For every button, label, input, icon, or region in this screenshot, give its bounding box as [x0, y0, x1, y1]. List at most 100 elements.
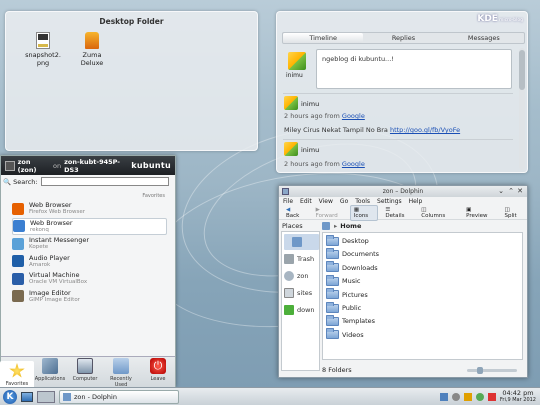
- tab-timeline[interactable]: Timeline: [283, 33, 364, 43]
- tab-replies[interactable]: Replies: [363, 33, 443, 43]
- tab-applications[interactable]: Applications: [33, 358, 67, 382]
- zoom-slider-handle[interactable]: [477, 367, 483, 374]
- virtualbox-icon: [12, 272, 24, 285]
- show-desktop-icon[interactable]: [21, 391, 33, 402]
- tab-leave[interactable]: ⏻ Leave: [141, 358, 175, 382]
- task-dolphin[interactable]: zon - Dolphin: [59, 389, 179, 404]
- zoom-slider[interactable]: [467, 367, 517, 374]
- tab-messages[interactable]: Messages: [444, 33, 524, 43]
- star-icon: [9, 363, 25, 378]
- folder-label: Pictures: [342, 290, 368, 299]
- post-avatar: [284, 96, 298, 110]
- preview-button[interactable]: ▣ Preview: [462, 205, 497, 221]
- columns-view-button[interactable]: ◫ Columns: [417, 205, 455, 221]
- toolbar: ◀ Back ▶ Forward ▦ Icons ☰ Details ◫ Col…: [279, 204, 528, 221]
- folder-item[interactable]: Public: [326, 301, 361, 314]
- folder-item[interactable]: Downloads: [326, 261, 378, 274]
- device-tray-icon[interactable]: [463, 392, 472, 401]
- maximize-icon[interactable]: ⌃: [508, 186, 514, 197]
- user-folder-icon: [284, 271, 294, 281]
- breadcrumb[interactable]: ▸ Home: [322, 221, 361, 231]
- applications-icon: [42, 358, 58, 374]
- favorite-subtitle: Amarok: [29, 261, 51, 268]
- folder-item[interactable]: Videos: [326, 328, 364, 341]
- favorite-title: Web Browser: [30, 218, 73, 227]
- place-trash[interactable]: Trash: [284, 251, 319, 267]
- favorite-subtitle: Kopete: [29, 244, 49, 250]
- favorite-item[interactable]: Web Browser rekonq: [12, 217, 167, 235]
- dolphin-window: zon – Dolphin ⌄ ⌃ ✕ File Edit View Go Tools S…: [278, 185, 528, 378]
- folder-icon: [326, 328, 339, 340]
- post-source-link[interactable]: Google: [342, 160, 365, 168]
- systray: 04:42 pm Fri,9 Mar 2012: [439, 389, 536, 404]
- power-icon: ⏻: [150, 358, 166, 374]
- post-meta: 2 hours ago from Google: [284, 112, 365, 120]
- pager[interactable]: [37, 390, 55, 403]
- tab-favorites[interactable]: Favorites: [0, 361, 34, 387]
- tab-computer[interactable]: Computer: [68, 358, 102, 382]
- favorite-title: Audio Player: [29, 253, 70, 262]
- breadcrumb-home[interactable]: Home: [340, 222, 361, 230]
- post-user: inimu: [301, 100, 320, 108]
- favorite-item[interactable]: Virtual Machine Oracle VM VirtualBox: [12, 270, 167, 287]
- favorite-item[interactable]: Web Browser Firefox Web Browser: [12, 200, 167, 217]
- desktop-icon-snapshot[interactable]: snapshot2. png: [23, 32, 63, 67]
- kopete-icon: [12, 237, 24, 250]
- trash-icon: [284, 254, 294, 264]
- download-icon: [284, 305, 294, 315]
- folder-icon: [326, 314, 339, 326]
- firefox-icon: [12, 202, 24, 215]
- folder-icon: [326, 261, 339, 273]
- search-row: 🔍 Search:: [3, 177, 169, 186]
- gimp-icon: [12, 290, 24, 302]
- favorite-subtitle: Firefox Web Browser: [29, 209, 85, 215]
- folder-recent-icon: [113, 358, 129, 374]
- desktop-icon-label: Zuma Deluxe: [80, 51, 104, 67]
- place-home[interactable]: [284, 234, 319, 250]
- kubuntu-logo: kubuntu: [131, 161, 172, 170]
- kickoff-launcher-icon[interactable]: K: [3, 389, 17, 404]
- window-titlebar[interactable]: zon – Dolphin ⌄ ⌃ ✕: [279, 186, 527, 197]
- icons-view-button[interactable]: ▦ Icons: [349, 204, 379, 221]
- split-button[interactable]: ◫ Split: [501, 205, 528, 221]
- network-tray-icon[interactable]: [439, 392, 448, 401]
- clock[interactable]: 04:42 pm Fri,9 Mar 2012: [500, 389, 536, 404]
- back-button[interactable]: ◀ Back: [282, 205, 309, 221]
- place-down[interactable]: down: [284, 302, 319, 318]
- post-link[interactable]: http://goo.gl/fb/VyoFe: [390, 126, 460, 134]
- computer-icon: [77, 358, 93, 374]
- desktop-icon-zuma[interactable]: Zuma Deluxe: [72, 32, 112, 67]
- forward-button[interactable]: ▶ Forward: [312, 205, 347, 221]
- volume-tray-icon[interactable]: [451, 392, 460, 401]
- favorite-item[interactable]: Instant Messenger Kopete: [12, 235, 167, 252]
- taskbar: K zon - Dolphin 04:42 pm Fri,9 Mar 2012: [0, 387, 540, 405]
- file-view: Desktop Documents Downloads Music Pictures Pu…: [322, 232, 523, 360]
- search-input[interactable]: [40, 177, 169, 186]
- details-view-button[interactable]: ☰ Details: [381, 205, 414, 221]
- folder-item[interactable]: Templates: [326, 314, 375, 327]
- favorite-subtitle: rekonq: [30, 226, 49, 233]
- network-icon: [284, 288, 294, 298]
- place-sites[interactable]: sites: [284, 285, 319, 301]
- favorite-item[interactable]: Audio Player Amarok: [12, 253, 167, 270]
- scrollbar-thumb[interactable]: [519, 50, 525, 90]
- folder-item[interactable]: Music: [326, 274, 361, 287]
- amarok-icon: [12, 255, 24, 267]
- folder-item[interactable]: Pictures: [326, 288, 368, 301]
- favorite-item[interactable]: Image Editor GIMP Image Editor: [12, 288, 167, 305]
- window-title: zon – Dolphin: [382, 188, 424, 195]
- minimize-icon[interactable]: ⌄: [498, 186, 504, 197]
- window-menu-icon[interactable]: [282, 188, 289, 195]
- folder-item[interactable]: Desktop: [326, 234, 369, 247]
- chat-tray-icon[interactable]: [487, 392, 496, 401]
- scrollbar[interactable]: [519, 48, 525, 170]
- close-icon[interactable]: ✕: [517, 186, 523, 197]
- tab-recently-used[interactable]: Recently Used: [104, 358, 138, 388]
- folder-icon: [326, 288, 339, 300]
- notification-tray-icon[interactable]: [475, 392, 484, 401]
- place-zon[interactable]: zon: [284, 268, 319, 284]
- post-source-link[interactable]: Google: [342, 112, 365, 120]
- folder-item[interactable]: Documents: [326, 247, 379, 260]
- dolphin-icon: [63, 392, 71, 401]
- compose-input[interactable]: ngeblog di kubuntu...!: [316, 49, 512, 89]
